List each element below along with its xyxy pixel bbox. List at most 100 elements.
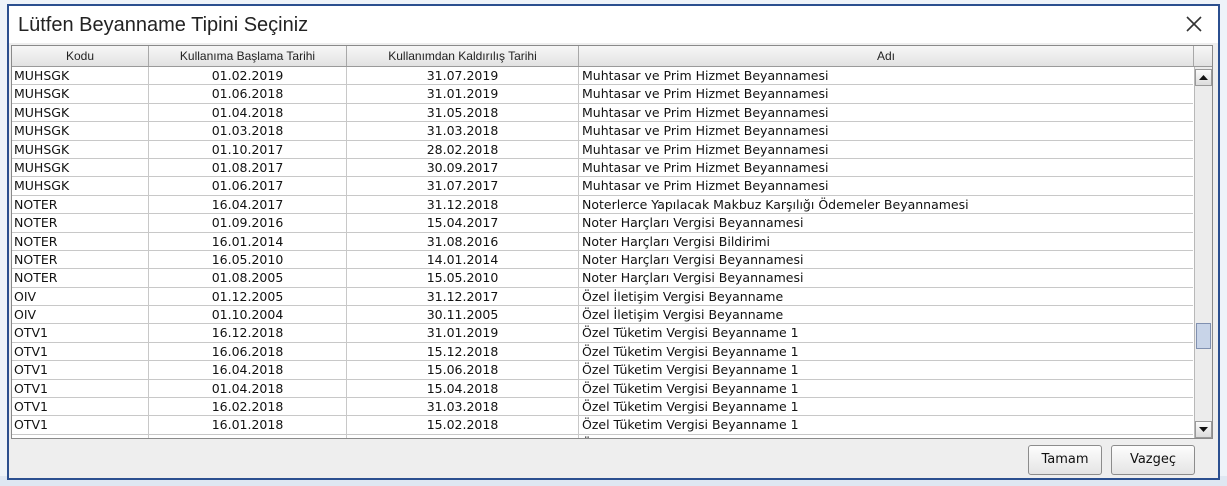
- cell-kaldirilis-tarihi: 15.05.2010: [347, 269, 579, 287]
- cell-baslama-tarihi: 16.06.2018: [149, 342, 347, 361]
- cell-baslama-tarihi: 01.08.2017: [149, 158, 347, 177]
- cell-baslama-tarihi: 01.02.2019: [149, 67, 347, 85]
- cell-kaldirilis-tarihi: 14.01.2014: [347, 250, 579, 269]
- dialog-title: Lütfen Beyanname Tipini Seçiniz: [18, 14, 309, 36]
- cell-baslama-tarihi: 01.04.2018: [149, 103, 347, 122]
- cell-kaldirilis-tarihi: 15.04.2018: [347, 379, 579, 398]
- cell-kodu: MUHSGK: [12, 158, 149, 177]
- table-header: Kodu Kullanıma Başlama Tarihi Kullanımda…: [12, 46, 1212, 67]
- beyanname-dialog: Lütfen Beyanname Tipini Seçiniz Kodu Kul…: [7, 4, 1220, 480]
- cell-kaldirilis-tarihi: 31.05.2018: [347, 103, 579, 122]
- cell-adi: Özel İletişim Vergisi Beyanname: [582, 307, 784, 323]
- cell-adi: Muhtasar ve Prim Hizmet Beyannamesi: [582, 86, 829, 102]
- vertical-scrollbar[interactable]: [1194, 67, 1212, 438]
- cell-adi: Özel Tüketim Vergisi Beyanname 1: [582, 343, 799, 359]
- cell-kodu: OTV1: [12, 379, 149, 398]
- cell-kaldirilis-tarihi: 31.01.2019: [347, 324, 579, 342]
- cell-kaldirilis-tarihi: 31.01.2019: [347, 85, 579, 103]
- table-row[interactable]: MUHSGK 01.08.2017 30.09.2017 Muhtasar ve Pr…: [12, 158, 1193, 178]
- header-corner: [1194, 46, 1212, 66]
- table-row[interactable]: NOTER 01.09.2016 15.04.2017 Noter Harçları …: [12, 214, 1193, 233]
- cell-kaldirilis-tarihi: 15.06.2018: [347, 361, 579, 379]
- scroll-up-button[interactable]: [1195, 69, 1212, 86]
- cell-kaldirilis-tarihi: 30.11.2005: [347, 306, 579, 324]
- table-row[interactable]: NOTER 16.01.2014 31.08.2016 Noter Harçları …: [12, 232, 1193, 251]
- cell-baslama-tarihi: 01.04.2018: [149, 379, 347, 398]
- cell-baslama-tarihi: 16.02.2018: [149, 398, 347, 416]
- cell-adi: Özel Tüketim Vergisi Beyanname 1: [582, 380, 799, 396]
- cell-adi: Muhtasar ve Prim Hizmet Beyannamesi: [582, 104, 829, 120]
- table-row[interactable]: MUHSGK 01.04.2018 31.05.2018 Muhtasar ve Pr…: [12, 103, 1193, 123]
- cell-kaldirilis-tarihi: 15.04.2017: [347, 214, 579, 232]
- close-button[interactable]: [1180, 11, 1208, 37]
- table-row[interactable]: OTV1 16.01.2018 15.02.2018 Özel Tüketim Ver…: [12, 416, 1193, 435]
- cell-baslama-tarihi: 01.03.2018: [149, 122, 347, 140]
- cell-adi: Noterlerce Yapılacak Makbuz Karşılığı Öd…: [582, 196, 969, 212]
- beyanname-table: Kodu Kullanıma Başlama Tarihi Kullanımda…: [11, 45, 1213, 439]
- header-kaldirilis-tarihi[interactable]: Kullanımdan Kaldırılış Tarihi: [347, 46, 579, 66]
- table-row[interactable]: NOTER 16.05.2010 14.01.2014 Noter Harçları …: [12, 250, 1193, 270]
- cell-baslama-tarihi: 16.01.2018: [149, 416, 347, 434]
- cell-kodu: OTV1: [12, 324, 149, 342]
- header-baslama-tarihi[interactable]: Kullanıma Başlama Tarihi: [149, 46, 347, 66]
- cell-baslama-tarihi: 01.06.2017: [149, 177, 347, 195]
- table-row[interactable]: MUHSGK 01.10.2017 28.02.2018 Muhtasar ve Pr…: [12, 140, 1193, 159]
- dialog-content: Kodu Kullanıma Başlama Tarihi Kullanımda…: [9, 43, 1218, 478]
- cell-adi: Muhtasar ve Prim Hizmet Beyannamesi: [582, 141, 829, 157]
- cell-kaldirilis-tarihi: 15.01.2018: [347, 434, 579, 438]
- header-adi[interactable]: Adı: [579, 46, 1194, 66]
- cell-kodu: OTV1: [12, 416, 149, 434]
- cell-kaldirilis-tarihi: 28.02.2018: [347, 140, 579, 158]
- table-row[interactable]: OTV1 01.04.2018 15.04.2018 Özel Tüketim Ver…: [12, 379, 1193, 399]
- cell-kaldirilis-tarihi: 15.02.2018: [347, 416, 579, 434]
- cell-baslama-tarihi: 01.12.2005: [149, 287, 347, 306]
- cell-baslama-tarihi: 16.01.2014: [149, 232, 347, 250]
- cell-kaldirilis-tarihi: 31.12.2018: [347, 195, 579, 214]
- cell-kodu: OTV1: [12, 434, 149, 438]
- scroll-down-arrow-icon: [1199, 427, 1208, 432]
- table-row[interactable]: OIV 01.12.2005 31.12.2017 Özel İletişim Ver…: [12, 287, 1193, 307]
- cell-kaldirilis-tarihi: 15.12.2018: [347, 342, 579, 361]
- table-row[interactable]: MUHSGK 01.03.2018 31.03.2018 Muhtasar ve Pr…: [12, 122, 1193, 141]
- table-row[interactable]: OIV 01.10.2004 30.11.2005 Özel İletişim Ver…: [12, 306, 1193, 325]
- cell-kodu: MUHSGK: [12, 122, 149, 140]
- dialog-titlebar: Lütfen Beyanname Tipini Seçiniz: [9, 6, 1218, 42]
- cell-adi: Noter Harçları Vergisi Beyannamesi: [582, 251, 804, 267]
- cell-baslama-tarihi: 01.08.2005: [149, 269, 347, 287]
- header-kodu[interactable]: Kodu: [12, 46, 149, 66]
- table-row[interactable]: OTV116.08.201715.01.2018Özel Tüketim Ver…: [12, 434, 1193, 438]
- table-row[interactable]: OTV1 16.12.2018 31.01.2019 Özel Tüketim Ver…: [12, 324, 1193, 343]
- table-body: MUHSGK 01.02.2019 31.07.2019 Muhtasar ve Pr…: [12, 67, 1193, 438]
- cell-adi: Muhtasar ve Prim Hizmet Beyannamesi: [582, 159, 829, 175]
- cell-adi: Muhtasar ve Prim Hizmet Beyannamesi: [582, 123, 829, 139]
- table-row[interactable]: OTV1 16.06.2018 15.12.2018 Özel Tüketim Ver…: [12, 342, 1193, 362]
- cell-adi: Özel Tüketim Vergisi Beyanname 1: [582, 399, 799, 415]
- scroll-down-button[interactable]: [1195, 421, 1212, 438]
- cell-kaldirilis-tarihi: 31.12.2017: [347, 287, 579, 306]
- cell-adi: Noter Harçları Vergisi Beyannamesi: [582, 270, 804, 286]
- table-row[interactable]: MUHSGK 01.06.2018 31.01.2019 Muhtasar ve Pr…: [12, 85, 1193, 104]
- cell-adi: Noter Harçları Vergisi Beyannamesi: [582, 215, 804, 231]
- table-row[interactable]: NOTER 16.04.2017 31.12.2018 Noterlerce Yapı…: [12, 195, 1193, 215]
- cell-adi: Muhtasar ve Prim Hizmet Beyannamesi: [582, 178, 829, 194]
- scroll-up-arrow-icon: [1199, 75, 1208, 80]
- table-row[interactable]: OTV1 16.04.2018 15.06.2018 Özel Tüketim Ver…: [12, 361, 1193, 380]
- cell-kodu: OIV: [12, 306, 149, 324]
- table-row[interactable]: NOTER 01.08.2005 15.05.2010 Noter Harçları …: [12, 269, 1193, 288]
- cell-kodu: OIV: [12, 287, 149, 306]
- table-row[interactable]: MUHSGK 01.02.2019 31.07.2019 Muhtasar ve Pr…: [12, 67, 1193, 86]
- cell-kodu: MUHSGK: [12, 67, 149, 85]
- cell-adi: Özel Tüketim Vergisi Beyanname 1: [582, 417, 799, 433]
- cell-baslama-tarihi: 01.10.2017: [149, 140, 347, 158]
- scroll-thumb[interactable]: [1196, 323, 1211, 349]
- cell-kodu: NOTER: [12, 269, 149, 287]
- ok-button[interactable]: Tamam: [1028, 445, 1102, 475]
- cancel-button[interactable]: Vazgeç: [1111, 445, 1195, 475]
- table-row[interactable]: OTV1 16.02.2018 31.03.2018 Özel Tüketim Ver…: [12, 398, 1193, 417]
- cell-adi: Özel Tüketim Vergisi Beyanname 1: [579, 435, 1193, 438]
- cell-baslama-tarihi: 16.08.2017: [149, 434, 347, 438]
- cell-kodu: OTV1: [12, 342, 149, 361]
- cell-baslama-tarihi: 16.05.2010: [149, 250, 347, 269]
- cell-kodu: NOTER: [12, 232, 149, 250]
- table-row[interactable]: MUHSGK 01.06.2017 31.07.2017 Muhtasar ve Pr…: [12, 177, 1193, 196]
